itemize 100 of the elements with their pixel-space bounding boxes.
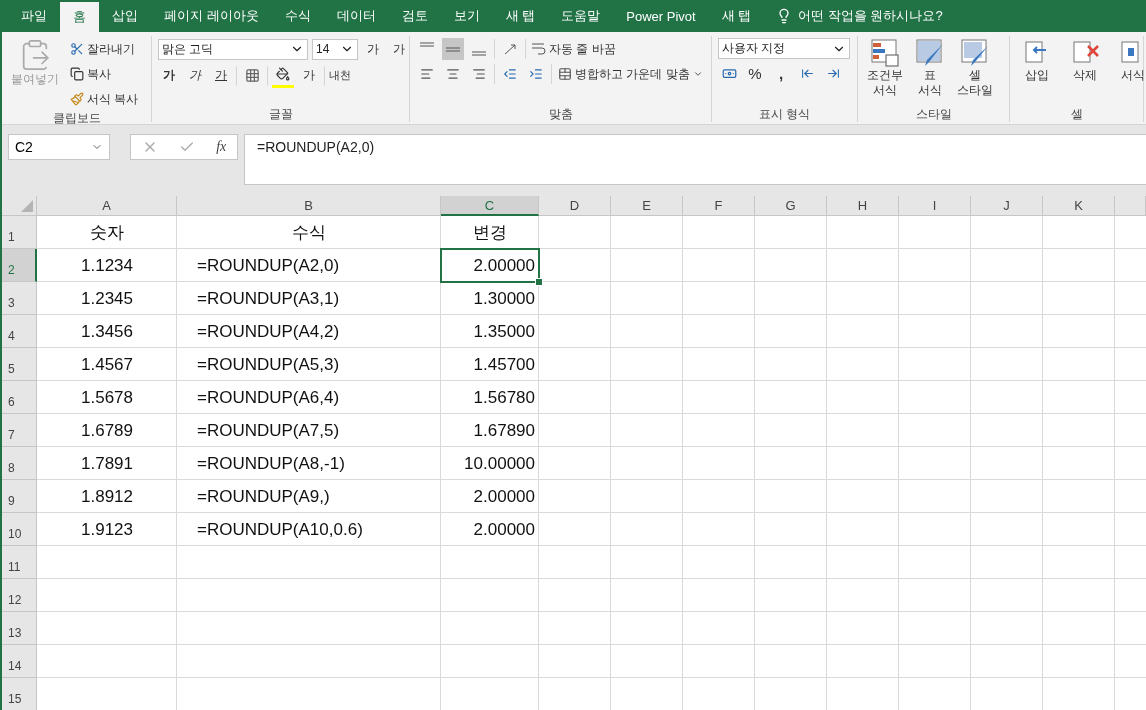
table-cell-text: 변경 — [472, 222, 508, 244]
column-header[interactable]: A — [37, 196, 177, 216]
format-painter-button[interactable]: 서식 복사 — [68, 88, 141, 110]
row-header[interactable]: 12 — [2, 579, 37, 612]
row-header[interactable]: 4 — [2, 315, 37, 348]
select-all-button[interactable] — [2, 196, 37, 216]
paint-bucket-icon — [276, 67, 290, 81]
triangle-icon — [21, 200, 33, 212]
group-label: 스타일 — [914, 106, 953, 122]
ribbon-tab[interactable]: 삽입 — [99, 0, 151, 32]
formula-input[interactable]: =ROUNDUP(A2,0) — [244, 134, 1146, 185]
ribbon-tab[interactable]: 수식 — [271, 0, 324, 32]
row-header[interactable]: 6 — [2, 381, 37, 414]
cells-button[interactable]: 삭제 — [1064, 38, 1106, 106]
vertical-align-button[interactable] — [442, 38, 464, 60]
font-name-dropdown[interactable]: 맑은 고딕 — [158, 38, 308, 60]
bold-button[interactable]: 가 — [158, 64, 180, 87]
style-gallery-button[interactable]: 셀 스타일 — [954, 38, 996, 106]
cut-button[interactable]: 잘라내기 — [68, 38, 141, 60]
table-cell-text: 1.2345 — [80, 287, 134, 310]
row-header[interactable]: 10 — [2, 513, 37, 546]
row-header[interactable]: 13 — [2, 612, 37, 645]
column-header[interactable]: K — [1043, 196, 1115, 216]
column-header[interactable]: D — [539, 196, 611, 216]
phonetic-button[interactable]: 내천 — [329, 64, 351, 87]
tell-me-search[interactable]: 어떤 작업을 원하시나요? — [776, 0, 943, 32]
ribbon-tab[interactable]: 보기 — [440, 0, 493, 32]
comma-button[interactable]: , — [770, 62, 792, 84]
table-cell-text: 1.3456 — [80, 320, 134, 343]
ribbon-tab[interactable]: Power Pivot — [613, 0, 709, 32]
row-header[interactable]: 9 — [2, 480, 37, 513]
table-cell-text: 1.7891 — [80, 452, 134, 475]
row-header[interactable]: 5 — [2, 348, 37, 381]
fill-handle[interactable] — [535, 278, 543, 286]
font-size-dropdown[interactable]: 14 — [312, 38, 358, 60]
cell-style-icon — [960, 38, 990, 68]
table-cell-text: 2.00000 — [472, 518, 536, 541]
group-label: 셀 — [1069, 106, 1084, 122]
ribbon-tab[interactable]: 페이지 레이아웃 — [151, 0, 272, 32]
table-cell-text: 수식 — [291, 222, 327, 244]
row-header[interactable]: 11 — [2, 546, 37, 579]
merge-center-button[interactable]: 병합하고 가운데 맞춤 — [556, 63, 705, 85]
ribbon-tab[interactable]: 검토 — [388, 0, 441, 32]
arrow-right-icon — [826, 66, 840, 80]
paintbrush-icon — [70, 92, 84, 106]
table-cell-text: 1.8912 — [80, 485, 134, 508]
table-cell-text: 1.56780 — [472, 386, 536, 409]
ribbon-tab[interactable]: 데이터 — [323, 0, 389, 32]
column-header[interactable]: F — [683, 196, 755, 216]
ribbon-tab[interactable]: 새 탭 — [492, 0, 549, 32]
column-header[interactable]: G — [755, 196, 827, 216]
merge-cells-icon — [558, 67, 572, 81]
number-format-dropdown[interactable]: 사용자 지정 — [718, 38, 850, 59]
grow-font-button[interactable]: 가 — [362, 38, 384, 60]
scissors-icon — [70, 42, 84, 56]
shrink-font-button[interactable]: 가 — [388, 38, 410, 60]
underline-button[interactable]: 가 — [210, 64, 232, 87]
row-header[interactable]: 8 — [2, 447, 37, 480]
insert-function-button[interactable]: fx — [216, 139, 227, 155]
table-format-icon — [915, 38, 945, 68]
table-cell-text: =ROUNDUP(A7,5) — [196, 419, 341, 442]
table-cell-text: 숫자 — [89, 222, 125, 244]
indent-increase-icon — [529, 67, 543, 81]
row-header[interactable]: 3 — [2, 282, 37, 315]
table-cell-text: 1.6789 — [80, 419, 134, 442]
copy-button[interactable]: 복사 — [68, 63, 141, 85]
row-header[interactable]: 1 — [2, 216, 37, 249]
table-cell-text: =ROUNDUP(A6,4) — [196, 386, 341, 409]
cells-button[interactable]: 삽입 — [1016, 38, 1058, 106]
column-header[interactable]: H — [827, 196, 899, 216]
align-lines-icon — [472, 51, 486, 56]
wrap-text-button[interactable]: 자동 줄 바꿈 — [530, 38, 618, 60]
ribbon-tab[interactable]: 홈 — [60, 2, 99, 32]
column-header[interactable]: B — [177, 196, 441, 216]
row-header[interactable]: 7 — [2, 414, 37, 447]
table-cell-text: =ROUNDUP(A10,0.6) — [196, 518, 364, 541]
name-box[interactable]: C2 — [8, 134, 110, 160]
table-cell-text: =ROUNDUP(A8,-1) — [196, 452, 346, 475]
ribbon-tab[interactable]: 도움말 — [548, 0, 614, 32]
column-header[interactable]: E — [611, 196, 683, 216]
group-label: 글꼴 — [267, 106, 294, 122]
table-cell-text: 1.35000 — [472, 320, 536, 343]
row-header[interactable]: 14 — [2, 645, 37, 678]
percent-button[interactable]: % — [744, 62, 766, 84]
row-header[interactable]: 2 — [2, 249, 37, 282]
cells-button[interactable]: 서식 — [1112, 38, 1146, 106]
table-cell-text: =ROUNDUP(A5,3) — [196, 353, 341, 376]
style-gallery-button[interactable]: 표 서식 — [912, 38, 948, 106]
align-right-icon — [472, 67, 486, 81]
column-header[interactable]: J — [971, 196, 1043, 216]
table-cell-text: =ROUNDUP(A2,0) — [196, 254, 341, 277]
style-gallery-button[interactable]: 조건부 서식 — [864, 38, 906, 106]
column-header[interactable]: I — [899, 196, 971, 216]
row-header[interactable]: 15 — [2, 678, 37, 710]
font-color-button[interactable]: 가 — [298, 64, 320, 87]
ribbon-tab[interactable]: 새 탭 — [708, 0, 765, 32]
italic-button[interactable]: 가 — [184, 64, 206, 87]
column-header[interactable]: C — [441, 196, 539, 216]
group-label: 맞춤 — [547, 106, 574, 122]
ribbon-tab[interactable]: 파일 — [8, 0, 60, 32]
